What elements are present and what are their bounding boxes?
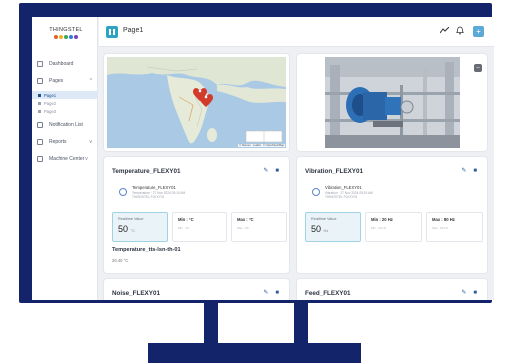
sensor-card-temperature: Temperature_FLEXY01 ✎ ■ Temperature_FLEXY…	[104, 157, 289, 273]
metrics-row: Realtime Value 50 Hz Min : 20 Hz Min : 2…	[305, 212, 483, 242]
chevron-down-icon: v	[89, 139, 93, 145]
trend-icon[interactable]	[439, 26, 450, 36]
sensor-card-noise: Noise_FLEXY01 ✎ ■	[104, 279, 289, 300]
max-metric: Max : 80 Hz Max : 80 Hz	[426, 212, 483, 242]
sidebar-item-label: Dashboard	[49, 61, 74, 67]
metrics-row: Realtime Value 50 °C Min : °C Min : 10 M…	[112, 212, 287, 242]
image-card: –	[297, 54, 487, 151]
sidebar-item-label: Pages	[49, 78, 64, 84]
sidebar-item-label: Reports	[49, 139, 67, 145]
edit-icon[interactable]: ✎	[461, 290, 466, 296]
sidebar-subitem-page2[interactable]: Page2	[32, 99, 98, 107]
min-metric: Min : °C Min : 10	[172, 212, 227, 242]
card-actions: ✎ ■	[256, 167, 279, 174]
grid-icon	[106, 26, 118, 38]
sidebar-nav: Dashboard Pages ^ Page1 Page2 Page3 Noti…	[32, 57, 98, 169]
chevron-down-icon: v	[85, 156, 88, 162]
max-metric: Max : °C Max : 90	[231, 212, 287, 242]
reports-icon	[37, 139, 43, 145]
min-metric: Min : 20 Hz Min : 20 Hz	[365, 212, 422, 242]
sidebar-item-notification-list[interactable]: Notification List	[32, 118, 98, 132]
map-card: © Stamen · Leaflet · © OpenStreetMap	[104, 54, 289, 151]
sidebar-item-label: Machine Center	[49, 156, 85, 162]
notification-icon	[37, 122, 43, 128]
add-widget-button[interactable]: +	[473, 26, 484, 37]
chevron-up-icon: ^	[89, 78, 92, 84]
monitor-stand	[148, 343, 361, 363]
monitor-screen: THINGSTEL Dashboard Pages ^ Page1 Page2 …	[32, 17, 494, 300]
brand-logo[interactable]: THINGSTEL	[44, 27, 88, 49]
bell-icon[interactable]	[456, 26, 464, 37]
collapse-button[interactable]: –	[474, 64, 482, 72]
pages-icon	[37, 78, 43, 84]
card-actions: ✎ ■	[454, 289, 477, 296]
card-actions: ✎ ■	[454, 167, 477, 174]
edit-icon[interactable]: ✎	[461, 168, 466, 174]
secondary-sensor-title: Temperature_tts-lsn-th-01	[112, 247, 181, 253]
delete-icon[interactable]: ■	[473, 168, 477, 174]
sensor-card-feed: Feed_FLEXY01 ✎ ■	[297, 279, 487, 300]
sidebar: THINGSTEL Dashboard Pages ^ Page1 Page2 …	[32, 17, 98, 300]
sidebar-item-reports[interactable]: Reports v	[32, 135, 98, 149]
monitor-neck	[204, 303, 308, 343]
map[interactable]: © Stamen · Leaflet · © OpenStreetMap	[107, 57, 286, 148]
edit-icon[interactable]: ✎	[263, 168, 268, 174]
thermometer-icon	[119, 188, 127, 196]
vibration-icon	[312, 188, 320, 196]
page-icon	[38, 101, 41, 105]
dashboard-icon	[37, 61, 43, 67]
secondary-sensor-value: 26.40 °C	[112, 258, 129, 263]
sidebar-item-machine-center[interactable]: Machine Center v	[32, 152, 98, 166]
logo-dots	[44, 35, 88, 39]
sensor-card-vibration: Vibration_FLEXY01 ✎ ■ Vibration_FLEXY01 V…	[297, 157, 487, 273]
delete-icon[interactable]: ■	[275, 290, 279, 296]
card-title: Feed_FLEXY01	[305, 290, 351, 297]
page-icon	[38, 109, 41, 113]
delete-icon[interactable]: ■	[275, 168, 279, 174]
realtime-metric: Realtime Value 50 °C	[112, 212, 168, 242]
sidebar-subitem-page1[interactable]: Page1	[32, 91, 98, 99]
sidebar-item-label: Notification List	[49, 122, 83, 128]
machine-icon	[37, 156, 43, 162]
card-actions: ✎ ■	[256, 289, 279, 296]
edit-icon[interactable]: ✎	[263, 290, 268, 296]
factory-image	[325, 57, 460, 148]
sidebar-subitem-page3[interactable]: Page3	[32, 107, 98, 115]
map-attribution: © Stamen · Leaflet · © OpenStreetMap	[238, 144, 285, 147]
sidebar-item-dashboard[interactable]: Dashboard	[32, 57, 98, 71]
card-title: Vibration_FLEXY01	[305, 168, 363, 175]
page-icon	[38, 93, 41, 97]
card-title: Noise_FLEXY01	[112, 290, 160, 297]
sidebar-item-pages[interactable]: Pages ^	[32, 74, 98, 88]
delete-icon[interactable]: ■	[473, 290, 477, 296]
stage: THINGSTEL Dashboard Pages ^ Page1 Page2 …	[0, 0, 508, 363]
card-title: Temperature_FLEXY01	[112, 168, 181, 175]
realtime-metric: Realtime Value 50 Hz	[305, 212, 361, 242]
page-header: Page1 +	[99, 17, 494, 47]
page-title: Page1	[123, 27, 144, 34]
